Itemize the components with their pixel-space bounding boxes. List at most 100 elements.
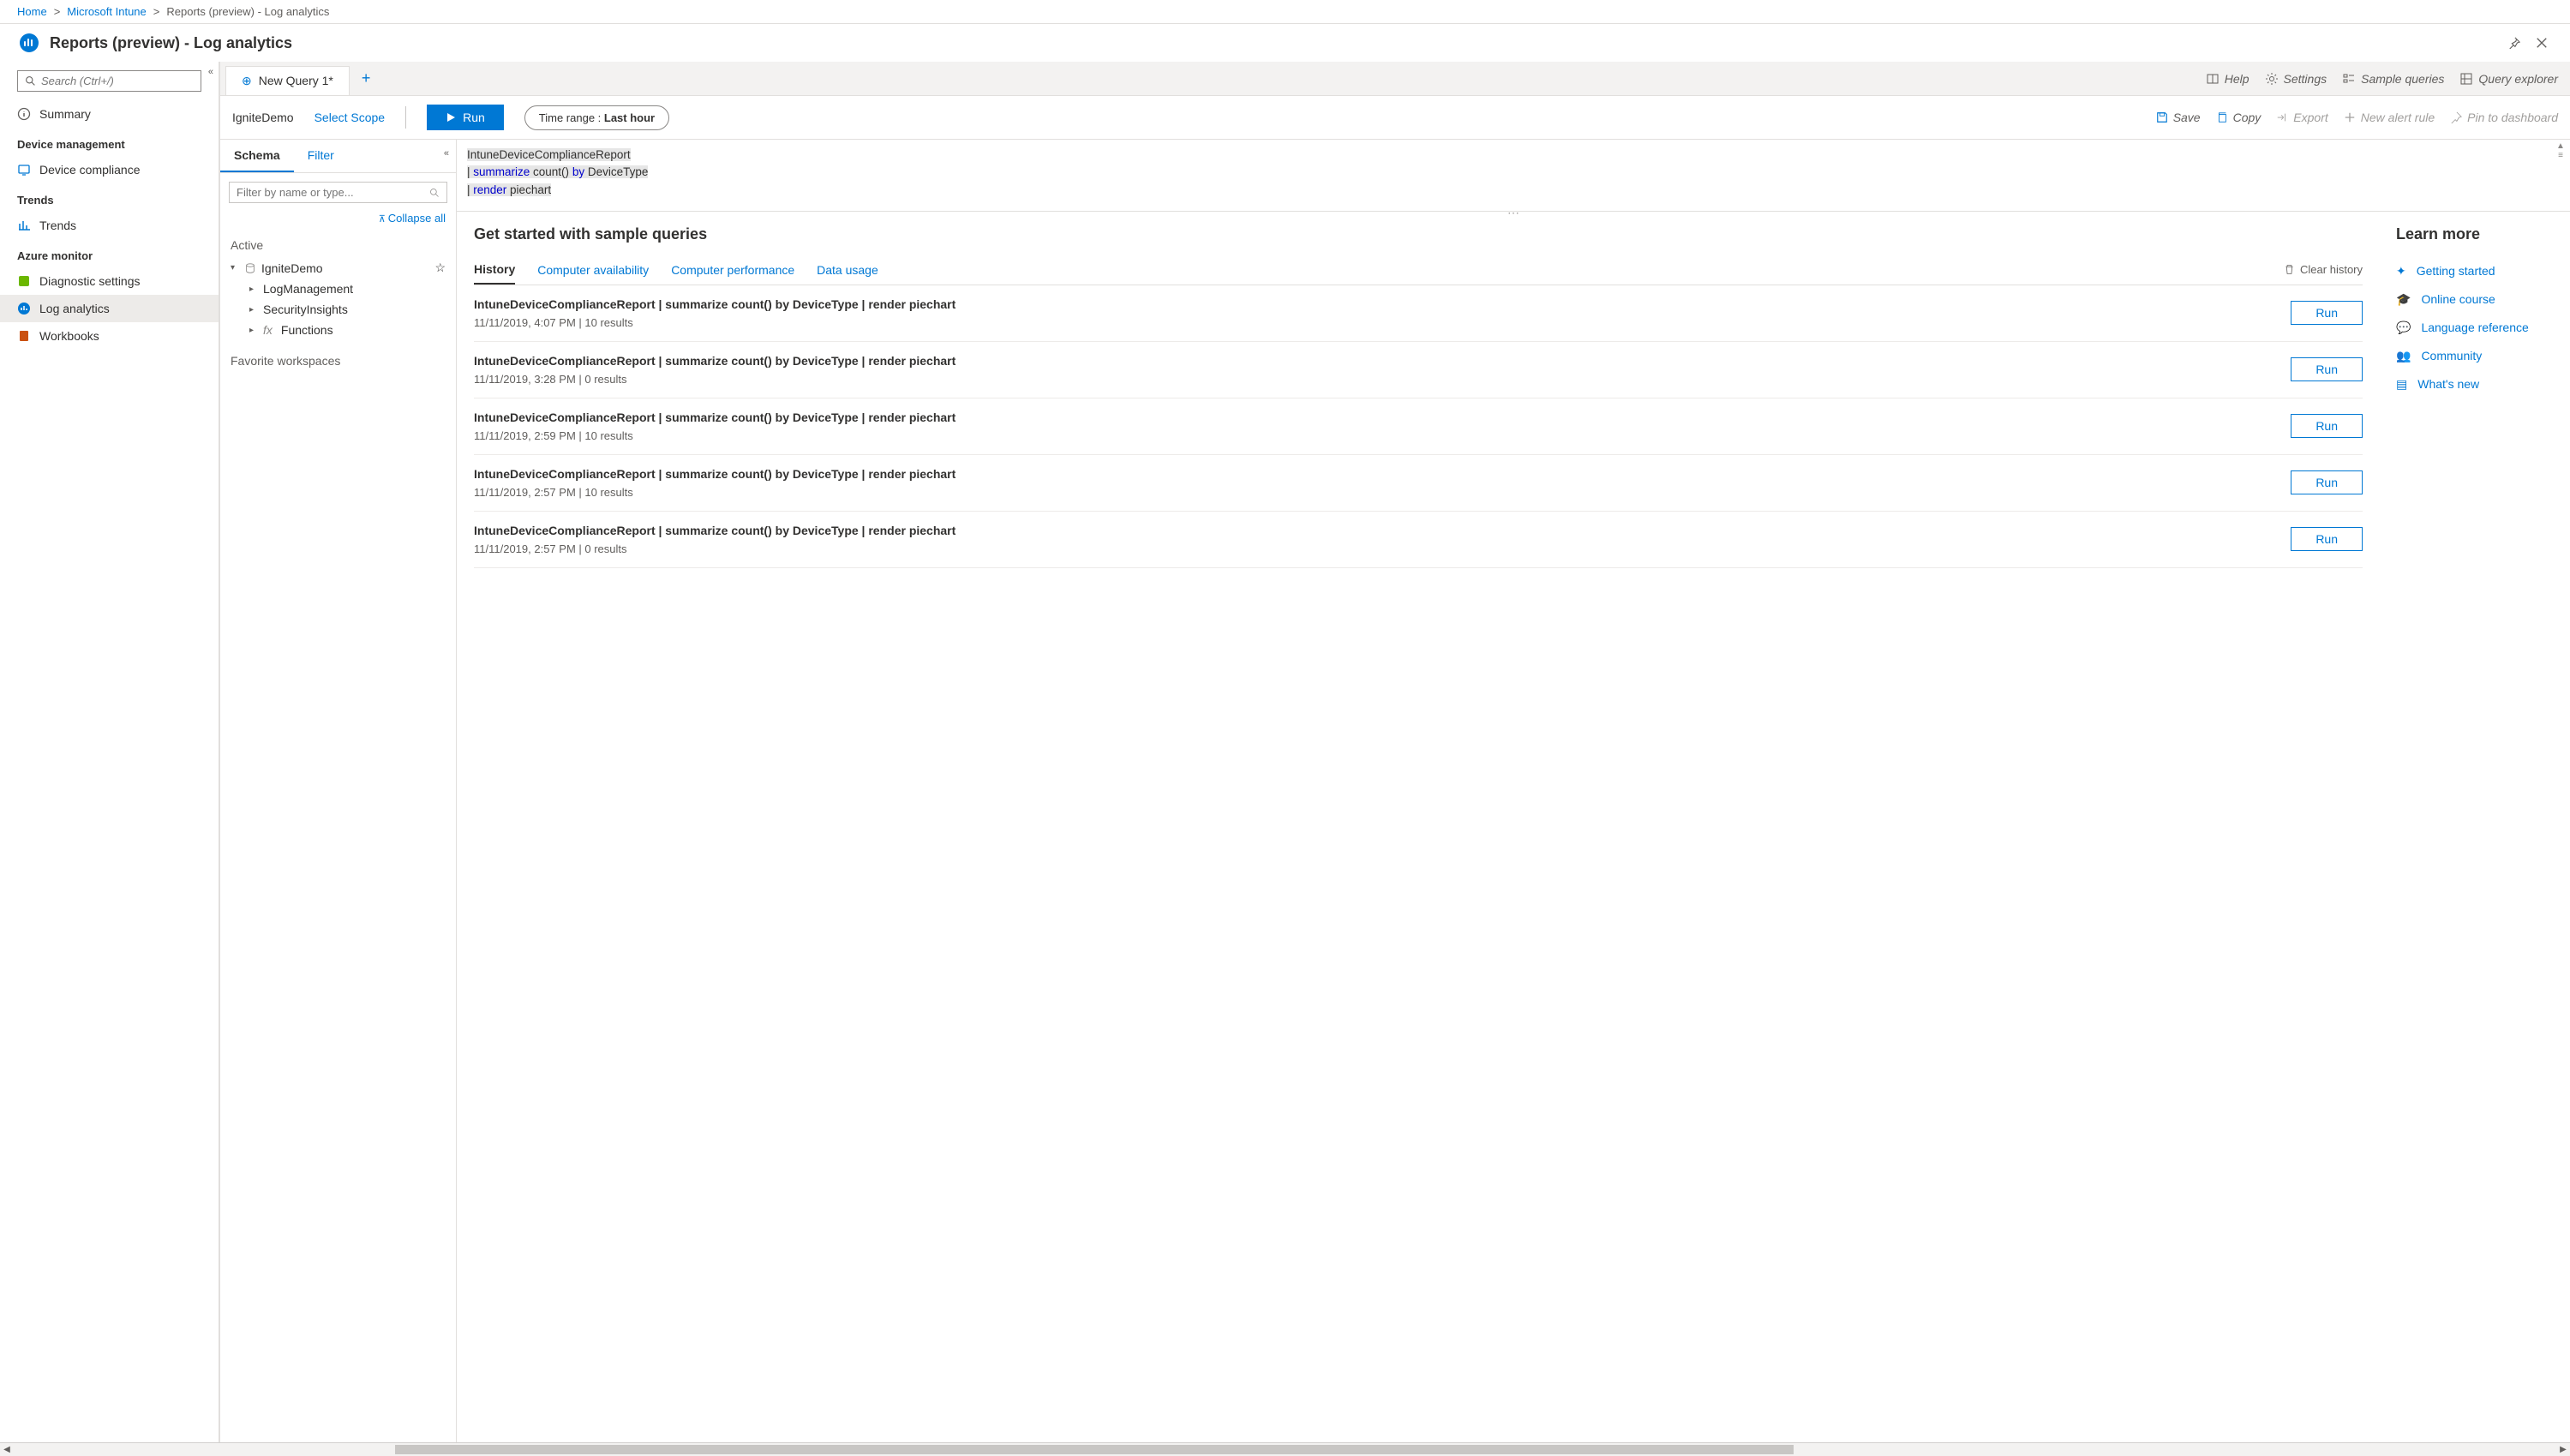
breadcrumb: Home > Microsoft Intune > Reports (previ… bbox=[0, 0, 2570, 24]
tree-node-logmgmt[interactable]: ▸LogManagement bbox=[231, 279, 446, 299]
query-explorer-button[interactable]: Query explorer bbox=[2459, 72, 2558, 86]
collapse-sidebar-icon[interactable]: « bbox=[208, 67, 213, 77]
sidebar-group-monitor: Azure monitor bbox=[0, 244, 219, 267]
help-button[interactable]: Help bbox=[2206, 72, 2249, 86]
scroll-left-icon[interactable]: ◀ bbox=[0, 1443, 14, 1456]
sidebar-item-workbooks[interactable]: Workbooks bbox=[0, 322, 219, 350]
tab-computer-performance[interactable]: Computer performance bbox=[671, 256, 794, 284]
learn-whats-new[interactable]: ▤What's new bbox=[2396, 370, 2555, 398]
sidebar-item-device-compliance[interactable]: Device compliance bbox=[0, 156, 219, 183]
search-icon bbox=[429, 188, 440, 198]
history-run-button[interactable]: Run bbox=[2291, 527, 2363, 551]
new-alert-button: New alert rule bbox=[2344, 111, 2435, 124]
sidebar-item-summary[interactable]: Summary bbox=[0, 100, 219, 128]
tree-node-functions[interactable]: ▸fxFunctions bbox=[231, 320, 446, 340]
divider bbox=[405, 106, 406, 129]
scroll-right-icon[interactable]: ▶ bbox=[2556, 1443, 2570, 1456]
history-query: IntuneDeviceComplianceReport | summarize… bbox=[474, 467, 2273, 481]
sidebar-item-label: Log analytics bbox=[39, 302, 110, 315]
settings-button[interactable]: Settings bbox=[2265, 72, 2327, 86]
history-meta: 11/11/2019, 2:57 PM | 10 results bbox=[474, 486, 2273, 499]
history-run-button[interactable]: Run bbox=[2291, 301, 2363, 325]
time-range-picker[interactable]: Time range : Last hour bbox=[524, 105, 669, 130]
info-icon bbox=[17, 107, 31, 121]
horizontal-scrollbar[interactable]: ◀ ▶ bbox=[0, 1442, 2570, 1456]
history-run-button[interactable]: Run bbox=[2291, 470, 2363, 494]
chart-icon bbox=[17, 219, 31, 232]
schema-filter-input[interactable] bbox=[237, 186, 429, 199]
caret-right-icon: ▸ bbox=[249, 285, 258, 294]
sidebar-item-log-analytics[interactable]: Log analytics bbox=[0, 295, 219, 322]
history-row: IntuneDeviceComplianceReport | summarize… bbox=[474, 398, 2363, 455]
sidebar-item-label: Summary bbox=[39, 107, 91, 121]
schema-filter[interactable] bbox=[229, 182, 447, 203]
collapse-all-link[interactable]: ⊼ Collapse all bbox=[379, 212, 446, 225]
history-run-button[interactable]: Run bbox=[2291, 414, 2363, 438]
learn-language-reference[interactable]: 💬Language reference bbox=[2396, 314, 2555, 342]
tab-filter[interactable]: Filter bbox=[294, 140, 348, 172]
collapse-schema-icon[interactable]: « bbox=[444, 148, 449, 159]
people-icon: 👥 bbox=[2396, 349, 2411, 363]
breadcrumb-current: Reports (preview) - Log analytics bbox=[166, 5, 329, 18]
tab-label: New Query 1* bbox=[259, 74, 333, 87]
tab-schema[interactable]: Schema bbox=[220, 140, 294, 172]
sample-queries-button[interactable]: Sample queries bbox=[2342, 72, 2444, 86]
query-tab-bar: ⊕ New Query 1* + Help Settings Sample qu… bbox=[220, 62, 2570, 96]
tree-workspace[interactable]: ▾ IgniteDemo ☆ bbox=[231, 257, 446, 279]
sidebar-item-label: Trends bbox=[39, 219, 76, 232]
search-icon bbox=[25, 75, 36, 87]
left-sidebar: « Summary Device management Device compl… bbox=[0, 62, 219, 1454]
star-icon[interactable]: ☆ bbox=[434, 261, 446, 275]
learn-getting-started[interactable]: ✦Getting started bbox=[2396, 257, 2555, 285]
tree-node-security[interactable]: ▸SecurityInsights bbox=[231, 299, 446, 320]
sidebar-item-label: Workbooks bbox=[39, 329, 99, 343]
sidebar-search-input[interactable] bbox=[41, 75, 194, 87]
save-button[interactable]: Save bbox=[2156, 111, 2201, 124]
tree-label: IgniteDemo bbox=[261, 261, 323, 275]
history-meta: 11/11/2019, 3:28 PM | 0 results bbox=[474, 373, 2273, 386]
query-editor[interactable]: IntuneDeviceComplianceReport | summarize… bbox=[457, 140, 2570, 206]
tab-computer-availability[interactable]: Computer availability bbox=[537, 256, 649, 284]
wand-icon: ✦ bbox=[2396, 264, 2406, 279]
graduation-icon: 🎓 bbox=[2396, 292, 2411, 307]
trash-icon bbox=[2284, 264, 2295, 275]
select-scope-link[interactable]: Select Scope bbox=[315, 111, 386, 124]
history-query: IntuneDeviceComplianceReport | summarize… bbox=[474, 354, 2273, 368]
sidebar-item-trends[interactable]: Trends bbox=[0, 212, 219, 239]
learn-more-pane: Learn more ✦Getting started 🎓Online cour… bbox=[2380, 212, 2570, 1454]
tab-data-usage[interactable]: Data usage bbox=[817, 256, 878, 284]
pin-icon[interactable] bbox=[2503, 32, 2525, 54]
caret-right-icon: ▸ bbox=[249, 326, 258, 335]
export-button: Export bbox=[2276, 111, 2327, 124]
history-run-button[interactable]: Run bbox=[2291, 357, 2363, 381]
sidebar-item-label: Diagnostic settings bbox=[39, 274, 141, 288]
breadcrumb-intune[interactable]: Microsoft Intune bbox=[67, 5, 147, 18]
history-row: IntuneDeviceComplianceReport | summarize… bbox=[474, 342, 2363, 398]
sidebar-search[interactable] bbox=[17, 70, 201, 92]
copy-button[interactable]: Copy bbox=[2216, 111, 2261, 124]
page-title: Reports (preview) - Log analytics bbox=[50, 34, 2498, 52]
history-meta: 11/11/2019, 2:59 PM | 10 results bbox=[474, 429, 2273, 442]
clear-history-button[interactable]: Clear history bbox=[2284, 256, 2363, 283]
learn-community[interactable]: 👥Community bbox=[2396, 342, 2555, 370]
sidebar-group-trends: Trends bbox=[0, 189, 219, 212]
minimap-scroll[interactable]: ▲≡ bbox=[2553, 141, 2568, 160]
tree-section-fav: Favorite workspaces bbox=[231, 349, 446, 373]
query-tab[interactable]: ⊕ New Query 1* bbox=[225, 66, 350, 95]
caret-down-icon: ▾ bbox=[231, 263, 239, 273]
caret-right-icon: ▸ bbox=[249, 305, 258, 315]
history-meta: 11/11/2019, 2:57 PM | 0 results bbox=[474, 542, 2273, 555]
workspace-icon bbox=[244, 262, 256, 274]
tab-history[interactable]: History bbox=[474, 255, 515, 285]
log-analytics-icon bbox=[17, 302, 31, 315]
chevron-right-icon: > bbox=[153, 5, 160, 18]
history-row: IntuneDeviceComplianceReport | summarize… bbox=[474, 285, 2363, 342]
add-tab-button[interactable]: + bbox=[350, 63, 383, 94]
sidebar-item-diagnostic[interactable]: Diagnostic settings bbox=[0, 267, 219, 295]
learn-online-course[interactable]: 🎓Online course bbox=[2396, 285, 2555, 314]
schema-pane: Schema Filter « ⊼ Collapse all Active ▾ … bbox=[220, 140, 457, 1454]
close-icon[interactable] bbox=[2531, 32, 2553, 54]
run-button[interactable]: Run bbox=[427, 105, 504, 130]
breadcrumb-home[interactable]: Home bbox=[17, 5, 47, 18]
workbook-icon bbox=[17, 329, 31, 343]
